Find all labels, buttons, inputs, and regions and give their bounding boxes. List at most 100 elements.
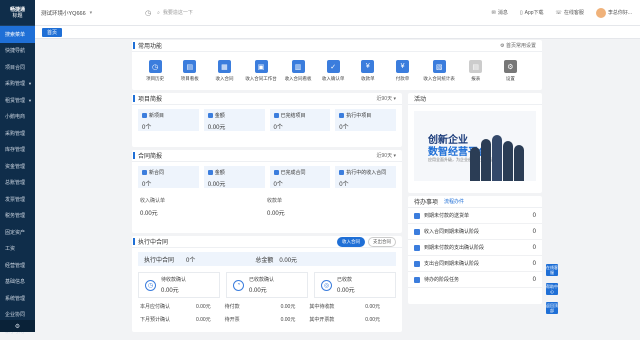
panel-header: 待办事项 流程办件 <box>408 196 542 208</box>
period-select[interactable]: 近90天 ▾ <box>377 152 396 159</box>
todo-icon <box>414 276 420 283</box>
function-shortcut[interactable]: ¥ 付款单 <box>389 60 415 82</box>
activity-panel: 活动 创新企业 数智经营平台 应用全面升级，为企业创造更多价值 <box>408 93 542 193</box>
sidebar-item[interactable]: 税务管理 <box>0 208 35 225</box>
stat-label: 执行中的收入合同 <box>346 170 387 176</box>
stat-card[interactable]: 已完成合同 0个 <box>269 166 331 188</box>
todo-item[interactable]: 支出合同到期未确认阶段 0 <box>408 256 542 272</box>
function-shortcut[interactable]: ✓ 收入确认单 <box>320 60 346 82</box>
app-logo[interactable]: 畅捷通 标题 <box>0 0 35 26</box>
sidebar-item[interactable]: 搜索菜单 <box>0 26 35 43</box>
pair-label: 其中待收款 <box>309 304 335 310</box>
user-menu[interactable]: 李总你好... <box>595 7 632 18</box>
floating-button[interactable]: 帮助中心 <box>546 283 558 295</box>
sidebar-item[interactable]: 采购管理 ▼ <box>0 76 35 93</box>
sidebar-item-label: 库存管理 <box>5 147 26 154</box>
todo-item[interactable]: 到期未付款的送货单 0 <box>408 208 542 224</box>
panel-header: 执行中合同 收入合同 支出合同 <box>132 236 402 248</box>
messages-button[interactable]: ✉ 消息 <box>492 9 508 17</box>
panel-title: 活动 <box>414 97 427 103</box>
summary-label: 执行中合同 <box>144 257 175 264</box>
card-icon: ◷ <box>145 279 156 291</box>
function-label: 收款单 <box>361 76 375 81</box>
stat-card[interactable]: 执行中的收入合同 0个 <box>335 166 396 188</box>
stat-value: 0个 <box>273 182 283 188</box>
function-shortcut[interactable]: ¥ 收款单 <box>355 60 381 82</box>
chevron-down-icon: ▼ <box>28 81 32 87</box>
settings-link[interactable]: ⚙ 首页常用设置 <box>500 42 536 49</box>
todo-item[interactable]: 收入合同到期未确认阶段 0 <box>408 224 542 240</box>
stat-card[interactable]: 新项目 0个 <box>138 109 199 131</box>
clock-icon[interactable]: ◷ <box>145 9 151 17</box>
sidebar-item[interactable]: 快捷导航 <box>0 43 35 60</box>
app-download-button[interactable]: ▯ App下载 <box>519 9 544 17</box>
panel-header: 常用功能 ⚙ 首页常用设置 <box>132 40 542 52</box>
stat-label: 已完结项目 <box>280 113 306 119</box>
function-shortcut[interactable]: ▦ 收入合同 <box>211 60 237 82</box>
sidebar-item[interactable]: 项目合同 <box>0 59 35 76</box>
function-shortcut[interactable]: ▤ 报表 <box>463 60 489 82</box>
function-shortcut[interactable]: ▥ 收入合同看板 <box>285 60 312 82</box>
sidebar-item[interactable]: 租赁管理 ▼ <box>0 92 35 109</box>
function-shortcut[interactable]: ▧ 收入合同统计表 <box>423 60 455 82</box>
todo-panel: 待办事项 流程办件 到期未付款的送货单 0 收入合同到期未确认阶段 0 到期未付款的支出确… <box>408 196 542 304</box>
sidebar-item[interactable]: 工资 <box>0 241 35 258</box>
card-label: 待收款确认 <box>161 277 187 283</box>
stat-card[interactable]: 金额 0.00元 <box>203 166 265 188</box>
summary-card[interactable]: ◎ 已收款 0.00元 <box>314 272 396 298</box>
settings-gear-icon[interactable]: ⚙ <box>0 320 35 332</box>
stat-value: 0个 <box>273 125 283 131</box>
pair-value: 0.00元 <box>365 304 381 310</box>
tab-expense-contract[interactable]: 支出合同 <box>368 236 396 247</box>
sidebar-item[interactable]: 系统管理 <box>0 290 35 307</box>
stat-value: 0个 <box>339 125 349 131</box>
sidebar-item[interactable]: 采购管理 <box>0 125 35 142</box>
sidebar-item[interactable]: 总账管理 <box>0 175 35 192</box>
sidebar-item[interactable]: 固定资产 <box>0 224 35 241</box>
sidebar-item[interactable]: 经营管理 <box>0 257 35 274</box>
todo-item[interactable]: 待办的阶段任务 0 <box>408 272 542 288</box>
promo-banner[interactable]: 创新企业 数智经营平台 应用全面升级，为企业创造更多价值 <box>414 111 536 181</box>
period-select[interactable]: 近90天 ▾ <box>377 95 396 102</box>
sidebar-item[interactable]: 发票管理 <box>0 191 35 208</box>
executing-summary: 执行中合同 0个 总金额 0.00元 <box>138 252 396 266</box>
floating-button[interactable]: 在线客服 <box>546 264 558 276</box>
period-label: 近90天 <box>376 153 393 159</box>
sidebar-item-label: 企业协同 <box>5 312 26 319</box>
summary-card[interactable]: ◔ 已收款确认 0.00元 <box>226 272 308 298</box>
function-label: 收入合同工作台 <box>245 76 277 81</box>
todo-label: 待办的阶段任务 <box>424 277 460 283</box>
stat-card[interactable]: 执行中项目 0个 <box>335 109 396 131</box>
sidebar-item[interactable]: 资金管理 <box>0 158 35 175</box>
pair-label: 本月应付确认 <box>140 304 171 310</box>
history-icon: ◷ <box>148 60 162 73</box>
sidebar-item[interactable]: 小鹅电商 <box>0 109 35 126</box>
stat-card[interactable]: 金额 0.00元 <box>203 109 265 131</box>
sidebar-item[interactable]: 库存管理 <box>0 142 35 159</box>
stat-card[interactable]: 已完结项目 0个 <box>269 109 331 131</box>
sidebar-item-label: 项目合同 <box>5 64 26 71</box>
todo-item[interactable]: 到期未付款的支出确认阶段 0 <box>408 240 542 256</box>
stat-value: 0个 <box>142 125 152 131</box>
panel-title: 合同简报 <box>138 154 163 160</box>
summary-row: 本月应付确认 0.00元 待付款 0.00元 其中待收款 0.00元 <box>132 300 402 313</box>
summary-card[interactable]: ◷ 待收款确认 0.00元 <box>138 272 220 298</box>
function-shortcut[interactable]: ◷ 项目历史 <box>142 60 168 82</box>
floating-button[interactable]: 返回顶部 <box>546 302 558 314</box>
org-switcher[interactable]: 测试环境小YQ666 ▾ <box>41 9 141 17</box>
tab-home[interactable]: 首页 <box>42 28 63 37</box>
function-shortcut[interactable]: ⚙ 设置 <box>497 60 523 82</box>
search-box[interactable]: ⌕ 我要造这一下 <box>157 9 193 17</box>
function-shortcut[interactable]: ▤ 项目看板 <box>177 60 203 82</box>
tab-income-contract[interactable]: 收入合同 <box>337 236 365 247</box>
search-placeholder: 我要造这一下 <box>162 10 193 16</box>
sidebar-item[interactable]: 基础信息 <box>0 274 35 291</box>
function-shortcut[interactable]: ▣ 收入合同工作台 <box>245 60 277 82</box>
stat-card[interactable]: 新合同 0个 <box>138 166 199 188</box>
panel-title: 项目简报 <box>138 97 163 103</box>
workflow-link[interactable]: 流程办件 <box>444 198 464 205</box>
sidebar-item-label: 系统管理 <box>5 295 26 302</box>
card-icon: ◔ <box>233 279 244 291</box>
online-service-button[interactable]: ☏ 在线客服 <box>556 9 584 17</box>
phone-icon: ▯ <box>519 9 523 16</box>
